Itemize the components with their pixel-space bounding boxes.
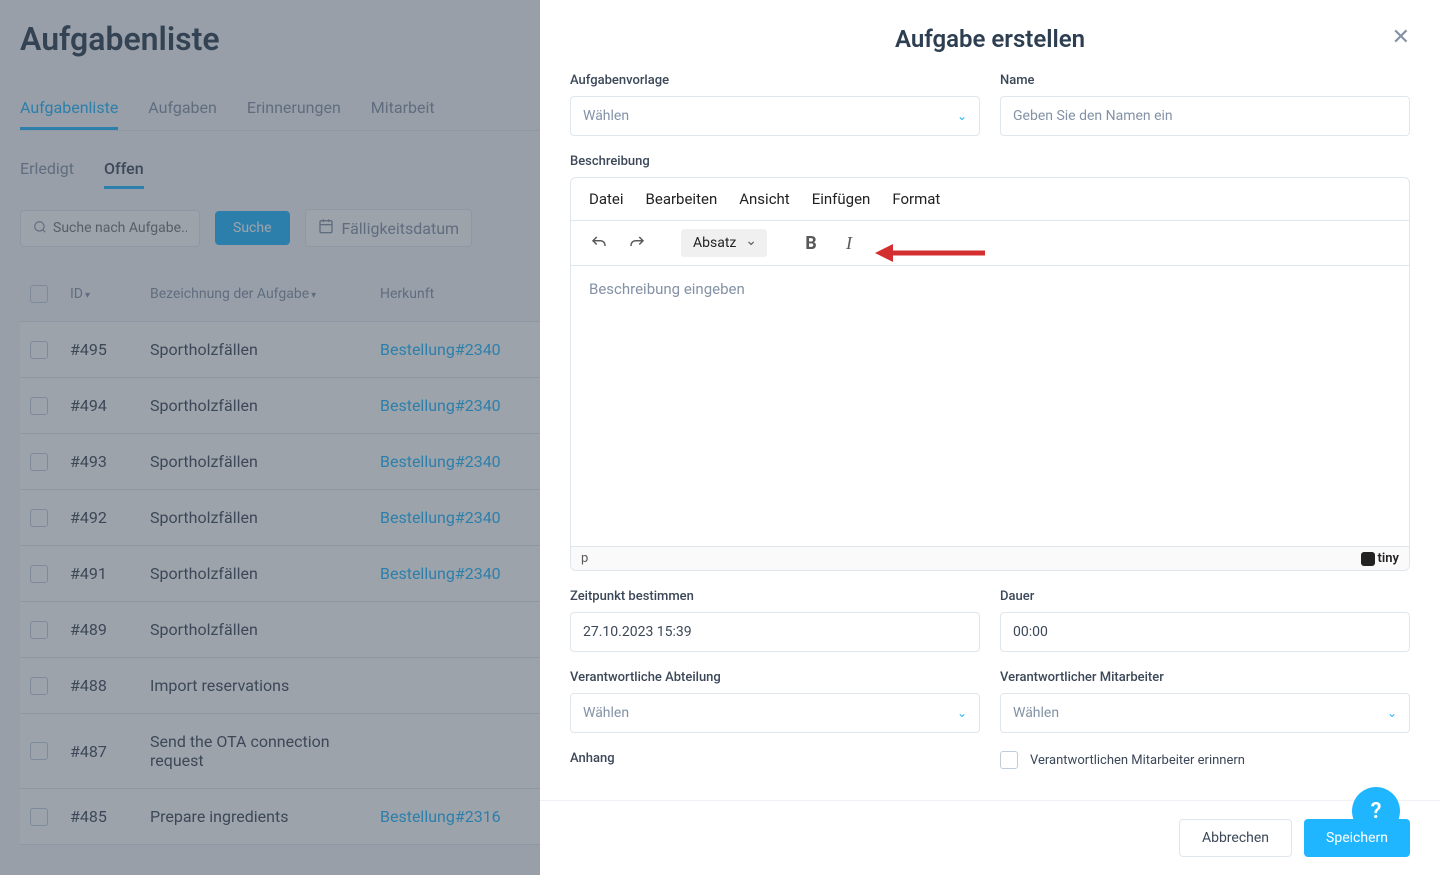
name-input[interactable]	[1000, 96, 1410, 136]
annotation-arrow-icon	[875, 241, 985, 265]
department-select[interactable]: Wählen ⌄	[570, 693, 980, 733]
chevron-down-icon: ⌄	[1387, 706, 1397, 720]
template-label: Aufgabenvorlage	[570, 73, 980, 88]
menu-ansicht[interactable]: Ansicht	[739, 190, 789, 208]
bold-icon[interactable]: B	[797, 229, 825, 257]
chevron-down-icon: ⌄	[957, 109, 967, 123]
editor-menubar: Datei Bearbeiten Ansicht Einfügen Format	[571, 178, 1409, 221]
duration-label: Dauer	[1000, 589, 1410, 604]
redo-icon[interactable]	[623, 229, 651, 257]
attachment-label: Anhang	[570, 751, 980, 766]
help-icon: ?	[1371, 799, 1382, 824]
chevron-down-icon: ⌄	[957, 706, 967, 720]
menu-einfuegen[interactable]: Einfügen	[812, 190, 871, 208]
undo-icon[interactable]	[585, 229, 613, 257]
modal-body: Aufgabenvorlage Wählen ⌄ Name Beschreibu…	[540, 63, 1440, 800]
employee-label: Verantwortlicher Mitarbeiter	[1000, 670, 1410, 685]
editor-toolbar: Absatz B I	[571, 221, 1409, 266]
modal-footer: Abbrechen Speichern	[540, 800, 1440, 875]
name-label: Name	[1000, 73, 1410, 88]
close-icon[interactable]: ✕	[1392, 25, 1410, 50]
remind-checkbox[interactable]	[1000, 751, 1018, 769]
employee-select[interactable]: Wählen ⌄	[1000, 693, 1410, 733]
format-select[interactable]: Absatz	[681, 229, 767, 257]
description-label: Beschreibung	[570, 154, 1410, 169]
tiny-logo: tiny	[1361, 551, 1399, 566]
create-task-modal: Aufgabe erstellen ✕ Aufgabenvorlage Wähl…	[540, 0, 1440, 875]
editor-content[interactable]: Beschreibung eingeben	[571, 266, 1409, 546]
editor-footer: p tiny	[571, 546, 1409, 570]
menu-format[interactable]: Format	[892, 190, 940, 208]
menu-bearbeiten[interactable]: Bearbeiten	[646, 190, 718, 208]
italic-icon[interactable]: I	[835, 229, 863, 257]
cancel-button[interactable]: Abbrechen	[1179, 819, 1292, 857]
timing-input[interactable]	[570, 612, 980, 652]
rich-text-editor: Datei Bearbeiten Ansicht Einfügen Format	[570, 177, 1410, 571]
department-label: Verantwortliche Abteilung	[570, 670, 980, 685]
editor-path: p	[581, 551, 588, 566]
remind-label: Verantwortlichen Mitarbeiter erinnern	[1030, 753, 1245, 768]
modal-title: Aufgabe erstellen	[895, 25, 1085, 53]
template-select[interactable]: Wählen ⌄	[570, 96, 980, 136]
duration-input[interactable]	[1000, 612, 1410, 652]
help-button[interactable]: ?	[1352, 787, 1400, 835]
modal-header: Aufgabe erstellen ✕	[540, 0, 1440, 63]
menu-datei[interactable]: Datei	[589, 190, 624, 208]
timing-label: Zeitpunkt bestimmen	[570, 589, 980, 604]
